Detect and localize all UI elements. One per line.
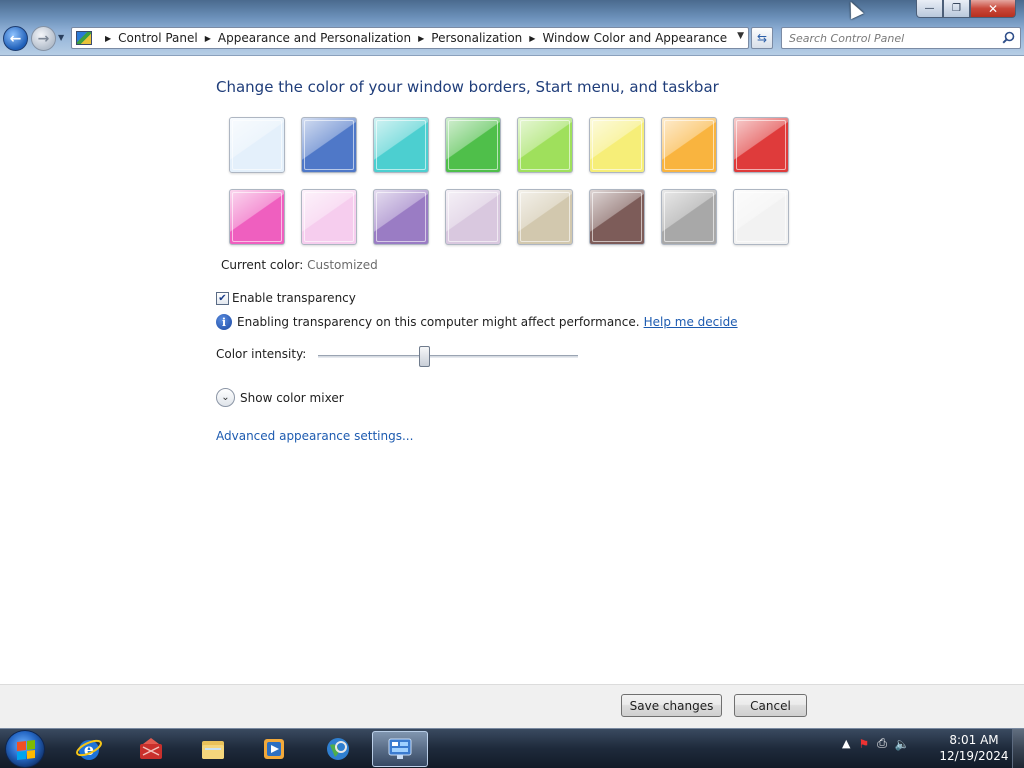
color-swatch-sky[interactable] (229, 117, 285, 173)
chevron-down-icon[interactable]: ⌄ (216, 388, 235, 407)
color-swatch-fuchsia[interactable] (229, 189, 285, 245)
taskbar-media-player[interactable] (252, 731, 296, 767)
clock-time: 8:01 AM (949, 733, 999, 747)
current-color-label: Current color: (221, 258, 304, 272)
current-color-line: Current color: Customized (221, 258, 378, 272)
color-swatch-pumpkin[interactable] (661, 117, 717, 173)
refresh-button[interactable]: ⇆ (751, 27, 773, 49)
color-swatch-slate[interactable] (661, 189, 717, 245)
taskbar-globe-app[interactable] (316, 731, 360, 767)
internet-explorer-icon: e (76, 739, 102, 760)
show-desktop-button[interactable] (1012, 729, 1024, 768)
dialog-button-bar (0, 684, 1024, 728)
page-title: Change the color of your window borders,… (216, 78, 719, 96)
help-me-decide-link[interactable]: Help me decide (644, 315, 738, 329)
advanced-appearance-link[interactable]: Advanced appearance settings... (216, 429, 413, 443)
breadcrumb-item-appearance[interactable]: Appearance and Personalization (218, 31, 411, 45)
search-icon[interactable] (1002, 31, 1015, 44)
search-box (781, 27, 1021, 49)
enable-transparency-checkbox[interactable]: ✔ (216, 291, 229, 305)
minimize-button[interactable]: — (916, 0, 943, 18)
show-color-mixer-label[interactable]: Show color mixer (240, 391, 344, 405)
taskbar-internet-explorer[interactable]: e (67, 731, 111, 767)
windows-logo-icon (17, 740, 35, 760)
control-panel-icon (76, 31, 92, 45)
system-tray: ▲ ⚑ ⎙ 🔈 (842, 736, 910, 751)
performance-note: i Enabling transparency on this computer… (216, 314, 738, 330)
color-swatch-leaf[interactable] (445, 117, 501, 173)
back-button[interactable]: ← (3, 26, 28, 51)
color-swatch-lavender[interactable] (445, 189, 501, 245)
color-swatch-ruby[interactable] (733, 117, 789, 173)
breadcrumb-separator-icon[interactable]: ▶ (205, 34, 211, 43)
breadcrumb-separator-icon[interactable]: ▶ (529, 34, 535, 43)
color-swatch-violet[interactable] (373, 189, 429, 245)
breadcrumb-separator-icon[interactable]: ▶ (105, 34, 111, 43)
window-titlebar: — ❐ ✕ ← → ▼ ▶ Control Panel ▶ Appearance… (0, 0, 1024, 56)
current-color-value: Customized (307, 258, 378, 272)
breadcrumb-item-personalization[interactable]: Personalization (431, 31, 522, 45)
breadcrumb-item-window-color[interactable]: Window Color and Appearance (542, 31, 727, 45)
network-icon[interactable]: ⎙ (877, 736, 887, 751)
color-swatch-sea[interactable] (373, 117, 429, 173)
color-swatch-taupe[interactable] (517, 189, 573, 245)
volume-icon[interactable]: 🔈 (895, 737, 910, 751)
address-bar[interactable]: ▶ Control Panel ▶ Appearance and Persona… (71, 27, 749, 49)
globe-icon (327, 738, 349, 760)
performance-note-text: Enabling transparency on this computer m… (237, 315, 640, 329)
breadcrumb-item-control-panel[interactable]: Control Panel (118, 31, 198, 45)
taskbar-control-panel[interactable] (372, 731, 428, 767)
clock-date: 12/19/2024 (939, 749, 1009, 763)
window-caption-buttons: — ❐ ✕ (916, 0, 1016, 18)
forward-button[interactable]: → (31, 26, 56, 51)
info-icon: i (216, 314, 232, 330)
close-button[interactable]: ✕ (970, 0, 1016, 18)
color-swatch-twilight[interactable] (301, 117, 357, 173)
media-player-icon (264, 739, 284, 759)
show-hidden-icons-chevron-icon[interactable]: ▲ (842, 737, 850, 750)
show-color-mixer-toggle[interactable]: ⌄ Show color mixer (216, 388, 344, 407)
enable-transparency-option[interactable]: ✔ Enable transparency (216, 291, 356, 305)
breadcrumb: ▶ Control Panel ▶ Appearance and Persona… (98, 31, 727, 45)
action-center-flag-icon[interactable]: ⚑ (858, 737, 869, 751)
recent-pages-dropdown[interactable]: ▼ (58, 33, 64, 42)
breadcrumb-separator-icon[interactable]: ▶ (418, 34, 424, 43)
color-swatch-frost[interactable] (733, 189, 789, 245)
address-dropdown-icon[interactable]: ▼ (737, 31, 744, 41)
start-button[interactable] (5, 730, 45, 768)
save-changes-button[interactable]: Save changes (621, 694, 722, 717)
taskbar-clock[interactable]: 8:01 AM 12/19/2024 (938, 732, 1010, 764)
color-swatch-lemon[interactable] (589, 117, 645, 173)
enable-transparency-label[interactable]: Enable transparency (232, 291, 356, 305)
restore-button[interactable]: ❐ (943, 0, 970, 18)
toolbox-icon (140, 738, 162, 759)
taskbar-toolbox-app[interactable] (129, 731, 173, 767)
color-swatch-blush[interactable] (301, 189, 357, 245)
color-swatch-lime[interactable] (517, 117, 573, 173)
control-panel-icon (388, 738, 412, 759)
color-swatch-chocolate[interactable] (589, 189, 645, 245)
taskbar-file-explorer[interactable] (191, 731, 235, 767)
search-input[interactable] (789, 28, 994, 48)
color-intensity-label: Color intensity: (216, 347, 307, 361)
color-intensity-slider-track[interactable] (318, 355, 578, 358)
color-intensity-slider-thumb[interactable] (419, 346, 431, 367)
cancel-button[interactable]: Cancel (734, 694, 807, 717)
folder-icon (202, 741, 224, 759)
